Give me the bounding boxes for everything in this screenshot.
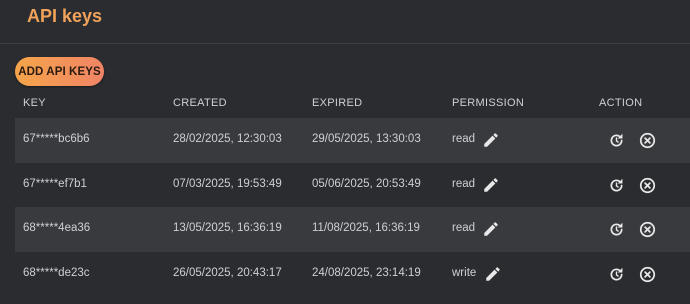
permission-cell: read	[452, 222, 476, 234]
api-keys-table: KEY CREATED EXPIRED PERMISSION ACTION 67…	[15, 88, 690, 296]
renew-icon[interactable]	[607, 220, 626, 239]
expired-cell: 05/06/2025, 20:53:49	[312, 177, 421, 190]
renew-icon[interactable]	[607, 265, 626, 284]
column-header-created: CREATED	[173, 97, 227, 109]
pencil-icon[interactable]	[482, 176, 500, 194]
pencil-icon[interactable]	[482, 220, 500, 238]
key-cell: 68*****4ea36	[23, 222, 91, 234]
created-cell: 13/05/2025, 16:36:19	[173, 222, 282, 234]
created-cell: 26/05/2025, 20:43:17	[173, 266, 282, 279]
permission-cell: read	[452, 177, 476, 190]
key-cell: 68*****de23c	[23, 266, 90, 279]
permission-cell: read	[452, 133, 476, 145]
table-row: 67*****bc6b6 28/02/2025, 12:30:03 29/05/…	[15, 118, 690, 163]
add-api-keys-button[interactable]: ADD API KEYS	[15, 57, 104, 86]
table-row: 68*****de23c 26/05/2025, 20:43:17 24/08/…	[15, 252, 690, 297]
close-circle-icon[interactable]	[638, 265, 657, 284]
expired-cell: 24/08/2025, 23:14:19	[312, 266, 421, 279]
page-header: API keys	[0, 0, 690, 44]
pencil-icon[interactable]	[482, 131, 500, 149]
table-header: KEY CREATED EXPIRED PERMISSION ACTION	[15, 88, 690, 118]
pencil-icon[interactable]	[484, 265, 502, 283]
expired-cell: 11/08/2025, 16:36:19	[312, 222, 420, 234]
key-cell: 67*****ef7b1	[23, 177, 87, 190]
key-cell: 67*****bc6b6	[23, 133, 90, 145]
table-row: 67*****ef7b1 07/03/2025, 19:53:49 05/06/…	[15, 163, 690, 208]
column-header-action: ACTION	[599, 97, 643, 109]
close-circle-icon[interactable]	[638, 220, 657, 239]
expired-cell: 29/05/2025, 13:30:03	[312, 133, 421, 145]
renew-icon[interactable]	[607, 176, 626, 195]
column-header-key: KEY	[23, 97, 46, 109]
close-circle-icon[interactable]	[638, 131, 657, 150]
page-title: API keys	[27, 6, 103, 26]
renew-icon[interactable]	[607, 131, 626, 150]
close-circle-icon[interactable]	[638, 176, 657, 195]
created-cell: 07/03/2025, 19:53:49	[173, 177, 282, 190]
column-header-permission: PERMISSION	[452, 97, 525, 109]
column-header-expired: EXPIRED	[312, 97, 363, 109]
permission-cell: write	[452, 266, 477, 279]
table-row: 68*****4ea36 13/05/2025, 16:36:19 11/08/…	[15, 207, 690, 252]
created-cell: 28/02/2025, 12:30:03	[173, 133, 282, 145]
